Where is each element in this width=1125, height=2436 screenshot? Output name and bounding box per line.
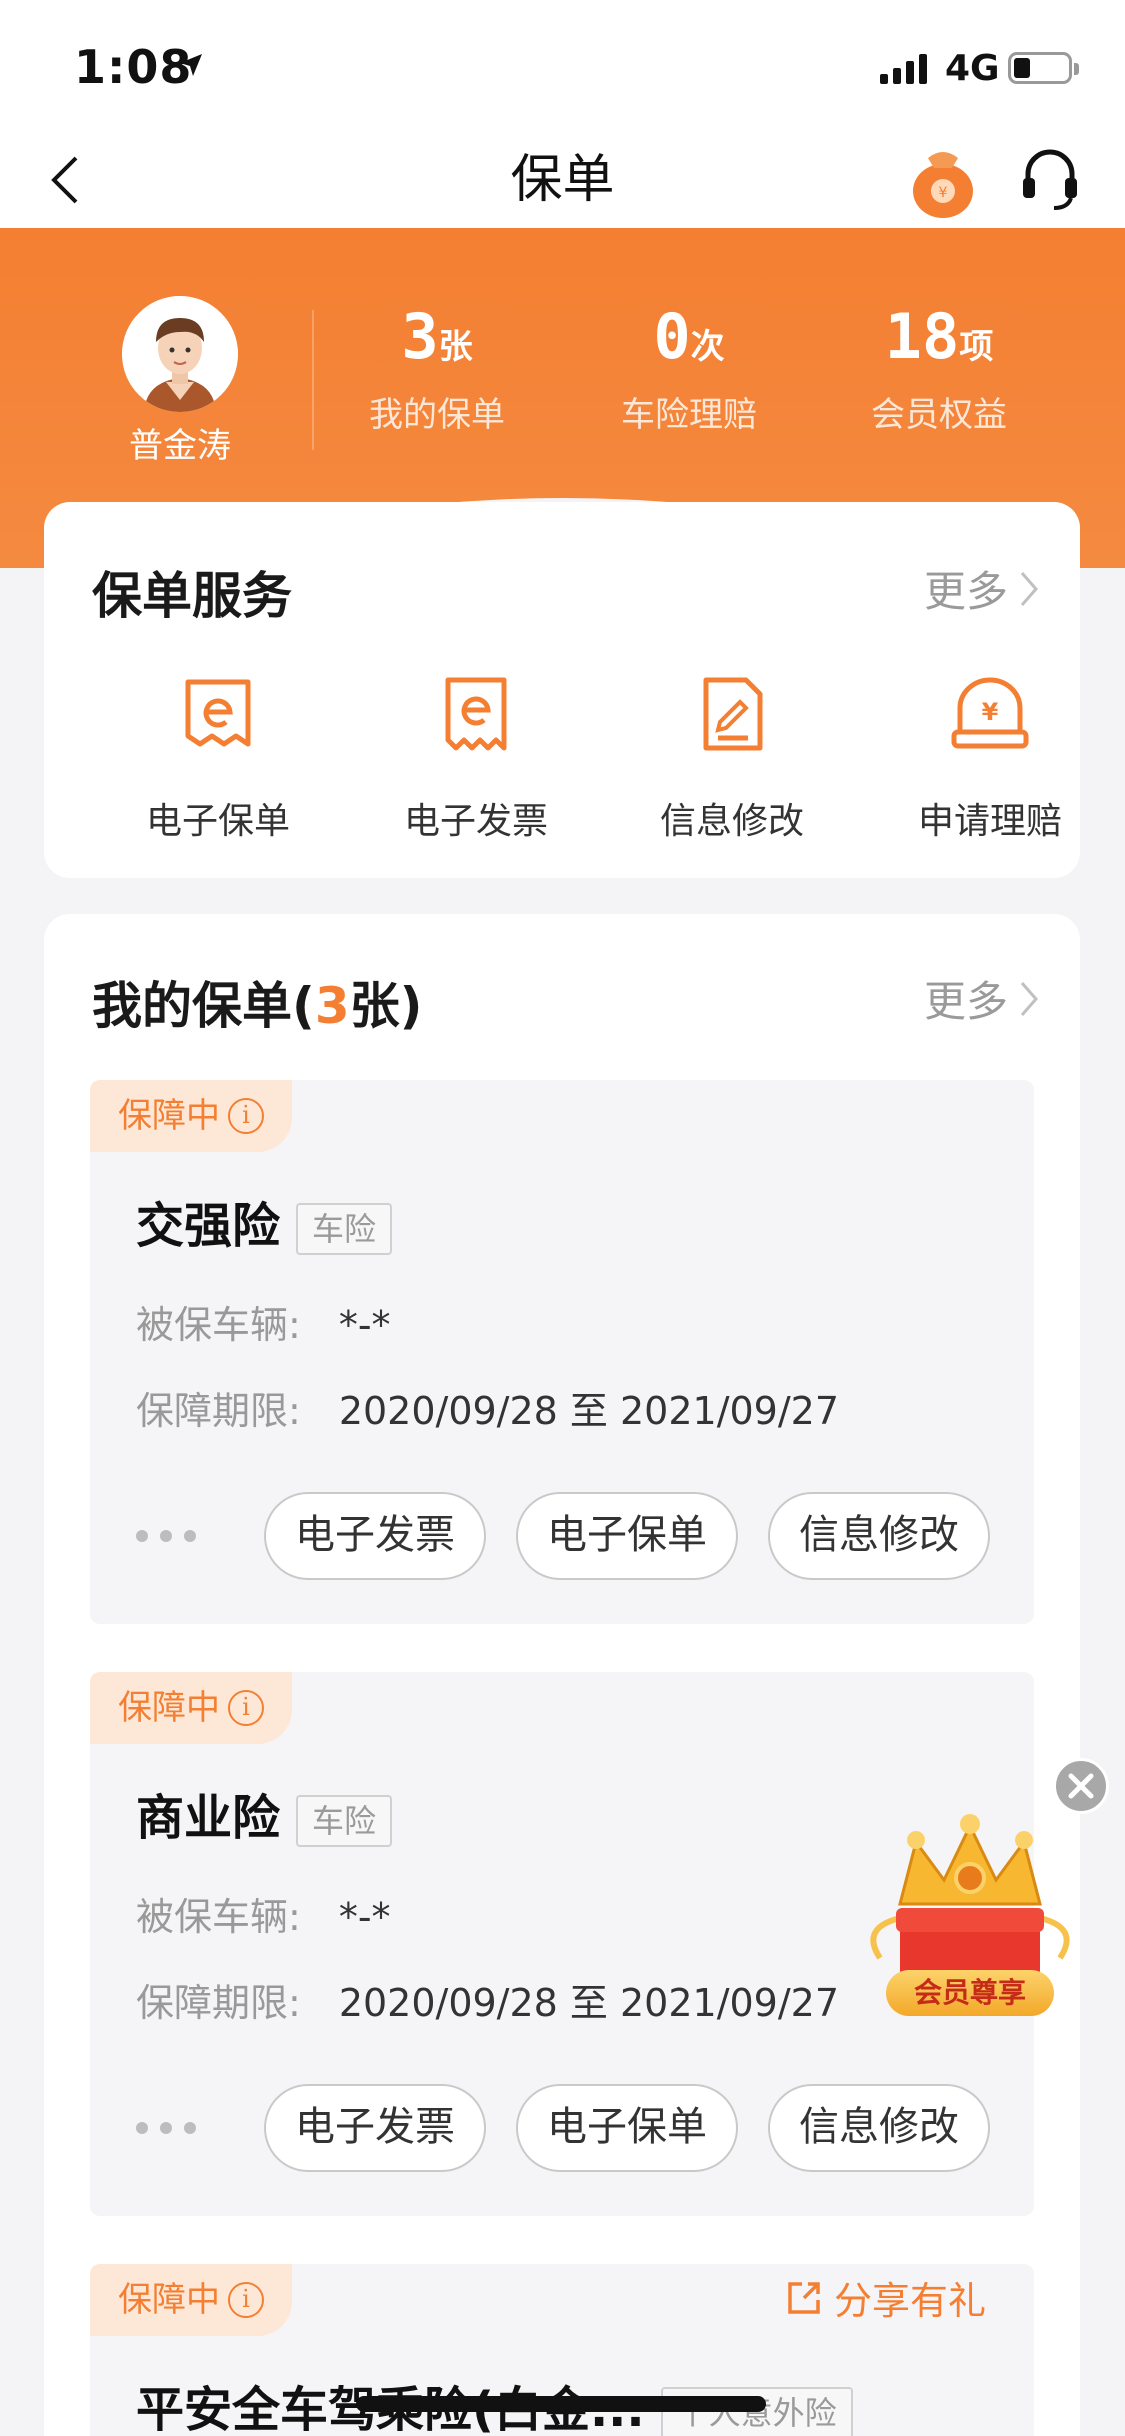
title-prefix: 我的保单( bbox=[92, 977, 315, 1035]
headset-icon[interactable] bbox=[1018, 136, 1082, 222]
cell-signal-icon bbox=[880, 54, 927, 84]
money-bag-icon[interactable]: ¥ bbox=[908, 136, 978, 222]
policy-item[interactable]: 保障中 i 交强险 车险 被保车辆: *-* 保障期限: 2020/09/28 至 2… bbox=[90, 1080, 1034, 1624]
vehicle-row: 被保车辆: *-* bbox=[136, 1294, 391, 1349]
status-label: 保障中 bbox=[118, 1688, 220, 1728]
user-avatar-icon bbox=[122, 296, 238, 412]
status-badge: 保障中 i bbox=[90, 1672, 292, 1744]
edit-info-button[interactable]: 信息修改 bbox=[768, 1492, 990, 1580]
policies-more-link[interactable]: 更多 bbox=[924, 968, 1040, 1029]
more-label: 更多 bbox=[923, 567, 1008, 616]
stat-policies[interactable]: 3张 我的保单 bbox=[322, 300, 552, 436]
info-icon[interactable]: i bbox=[228, 1690, 264, 1726]
service-label: 电子保单 bbox=[145, 801, 290, 842]
service-e-policy[interactable]: 电子保单 bbox=[108, 674, 328, 844]
status-bar: 1:08 4G bbox=[0, 0, 1125, 130]
period-label: 保障期限: bbox=[136, 1389, 301, 1433]
stat-unit: 张 bbox=[438, 327, 473, 367]
stat-value: 0 bbox=[653, 300, 691, 373]
vehicle-value: *-* bbox=[338, 1303, 391, 1347]
home-indicator[interactable] bbox=[356, 2396, 766, 2412]
chevron-right-icon bbox=[1020, 981, 1038, 1016]
status-badge: 保障中 i bbox=[90, 1080, 292, 1152]
e-policy-button[interactable]: 电子保单 bbox=[516, 2084, 738, 2172]
member-benefit-badge[interactable]: 会员尊享 bbox=[860, 1808, 1080, 2028]
location-arrow-icon bbox=[180, 54, 202, 76]
service-edit-info[interactable]: 信息修改 bbox=[622, 674, 842, 844]
policy-services-card: 保单服务 更多 电子保单 电子发票 信息修改 ¥ 申请理赔 bbox=[44, 502, 1080, 878]
claim-icon: ¥ bbox=[951, 677, 1029, 749]
service-e-invoice[interactable]: 电子发票 bbox=[366, 674, 586, 844]
share-icon bbox=[788, 2281, 820, 2314]
policies-title: 我的保单(3张) bbox=[92, 966, 423, 1038]
period-row: 保障期限: 2020/09/28 至 2021/09/27 bbox=[136, 1972, 839, 2027]
policy-type-badge: 车险 bbox=[296, 1795, 393, 1847]
edit-info-button[interactable]: 信息修改 bbox=[768, 2084, 990, 2172]
stat-label: 车险理赔 bbox=[621, 395, 757, 435]
stat-unit: 项 bbox=[959, 327, 994, 367]
e-policy-button[interactable]: 电子保单 bbox=[516, 1492, 738, 1580]
more-label: 更多 bbox=[923, 977, 1008, 1026]
service-label: 申请理赔 bbox=[917, 801, 1062, 842]
vehicle-label: 被保车辆: bbox=[136, 1895, 301, 1939]
e-invoice-icon bbox=[445, 677, 507, 751]
policy-title: 交强险 bbox=[136, 1198, 281, 1254]
stat-benefits[interactable]: 18项 会员权益 bbox=[824, 300, 1054, 436]
battery-icon bbox=[1008, 52, 1079, 84]
status-time: 1:08 bbox=[74, 40, 193, 94]
policy-name: 交强险 车险 bbox=[136, 1186, 393, 1256]
edit-info-icon bbox=[703, 677, 763, 751]
e-invoice-button[interactable]: 电子发票 bbox=[264, 1492, 486, 1580]
title-suffix: 张) bbox=[349, 977, 423, 1035]
close-float-button[interactable] bbox=[1053, 1758, 1109, 1814]
nav-bar: 保单 ¥ bbox=[0, 130, 1125, 230]
period-label: 保障期限: bbox=[136, 1981, 301, 2025]
svg-text:¥: ¥ bbox=[939, 185, 948, 201]
services-more-link[interactable]: 更多 bbox=[924, 558, 1040, 619]
user-name: 普金涛 bbox=[129, 426, 231, 466]
vehicle-value: *-* bbox=[338, 1895, 391, 1939]
my-policies-card: 我的保单(3张) 更多 保障中 i 交强险 车险 被保车辆: *-* 保障期限: 20… bbox=[44, 914, 1080, 2436]
stat-claims[interactable]: 0次 车险理赔 bbox=[574, 300, 804, 436]
divider bbox=[312, 310, 314, 450]
more-actions-icon[interactable] bbox=[136, 2122, 196, 2134]
stat-unit: 次 bbox=[690, 327, 725, 367]
period-value: 2020/09/28 至 2021/09/27 bbox=[338, 1389, 840, 1433]
more-actions-icon[interactable] bbox=[136, 1530, 196, 1542]
network-type: 4G bbox=[945, 48, 1000, 89]
stat-value: 18 bbox=[884, 300, 960, 373]
vehicle-row: 被保车辆: *-* bbox=[136, 1886, 391, 1941]
service-claim[interactable]: ¥ 申请理赔 bbox=[880, 674, 1100, 844]
member-badge-label: 会员尊享 bbox=[886, 1970, 1054, 2016]
avatar[interactable] bbox=[122, 296, 238, 412]
info-icon[interactable]: i bbox=[228, 2282, 264, 2318]
service-label: 电子发票 bbox=[403, 801, 548, 842]
vehicle-label: 被保车辆: bbox=[136, 1303, 301, 1347]
policy-count: 3 bbox=[314, 977, 350, 1035]
stat-label: 我的保单 bbox=[369, 395, 505, 435]
status-badge: 保障中 i bbox=[90, 2264, 292, 2336]
e-policy-icon bbox=[185, 679, 251, 747]
policy-name: 商业险 车险 bbox=[136, 1778, 393, 1848]
stat-value: 3 bbox=[401, 300, 439, 373]
close-icon bbox=[1068, 1773, 1094, 1799]
period-value: 2020/09/28 至 2021/09/27 bbox=[338, 1981, 840, 2025]
status-label: 保障中 bbox=[118, 2280, 220, 2320]
share-label: 分享有礼 bbox=[833, 2279, 986, 2323]
share-button[interactable]: 分享有礼 bbox=[784, 2270, 986, 2325]
e-invoice-button[interactable]: 电子发票 bbox=[264, 2084, 486, 2172]
stat-label: 会员权益 bbox=[871, 395, 1007, 435]
status-label: 保障中 bbox=[118, 1096, 220, 1136]
policy-type-badge: 车险 bbox=[296, 1203, 393, 1255]
services-title: 保单服务 bbox=[92, 567, 292, 625]
service-label: 信息修改 bbox=[659, 801, 804, 842]
chevron-right-icon bbox=[1020, 571, 1038, 606]
svg-text:¥: ¥ bbox=[982, 698, 999, 726]
info-icon[interactable]: i bbox=[228, 1098, 264, 1134]
policy-title: 商业险 bbox=[136, 1790, 281, 1846]
period-row: 保障期限: 2020/09/28 至 2021/09/27 bbox=[136, 1380, 839, 1435]
